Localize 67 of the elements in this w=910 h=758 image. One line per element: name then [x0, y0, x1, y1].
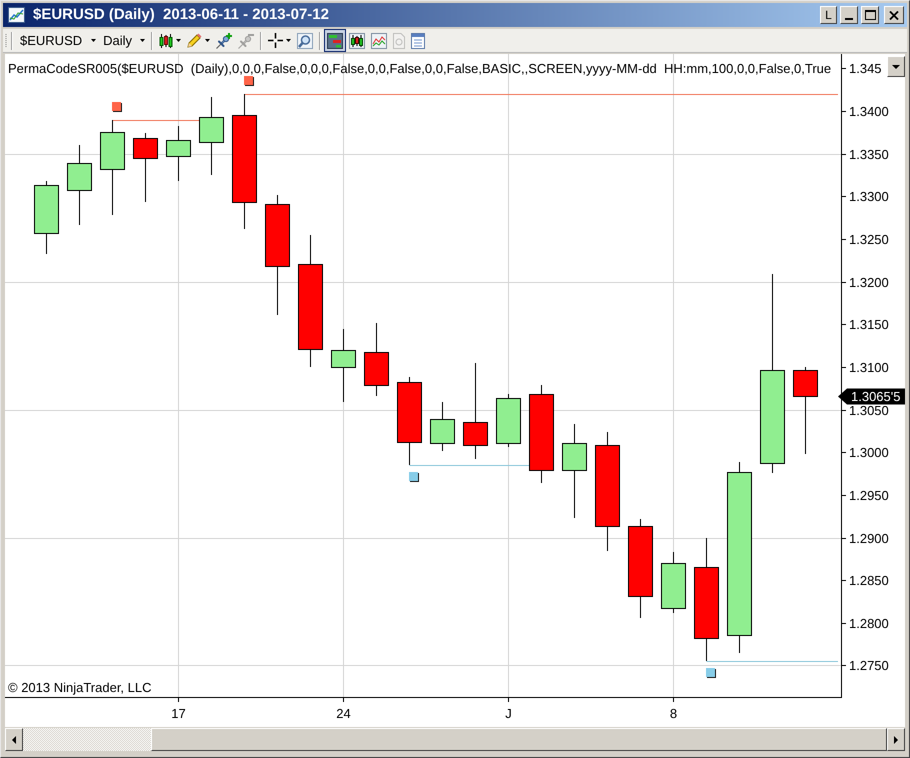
date-label: 24	[336, 706, 351, 721]
candlestick	[496, 394, 521, 448]
candlesticks-icon	[159, 32, 174, 48]
price-label: 1.3100	[849, 360, 889, 375]
last-price-tag: 1.3065'5	[838, 388, 905, 404]
caret-icon	[205, 39, 210, 42]
maximize-button[interactable]	[861, 6, 879, 24]
price-label: 1.3250	[849, 232, 889, 247]
close-icon	[889, 10, 899, 20]
price-label: 1.3400	[849, 104, 889, 119]
caret-icon	[140, 39, 146, 42]
pushpin-minus-icon	[238, 32, 254, 48]
caret-icon	[176, 39, 182, 42]
left-arrow-icon	[12, 736, 16, 744]
square-marker-icon	[409, 472, 419, 482]
magnifier-icon	[297, 32, 314, 48]
window-title: $EURUSD (Daily) 2013-06-11 - 2013-07-12	[33, 4, 329, 25]
candlestick	[430, 402, 455, 452]
caret-icon	[91, 39, 96, 42]
price-label: 1.3350	[849, 147, 889, 162]
line-chart-icon	[371, 32, 388, 48]
square-marker-icon	[706, 668, 716, 678]
minimize-icon	[845, 18, 853, 20]
bars-icon	[327, 32, 344, 48]
price-label: 1.2850	[849, 573, 889, 588]
price-label: 1.3050	[849, 403, 889, 418]
scroll-thumb[interactable]	[151, 728, 887, 751]
grip-icon	[5, 32, 8, 48]
caret-icon	[286, 39, 292, 42]
price-label: 1.345	[849, 61, 882, 76]
caret-icon	[892, 64, 900, 68]
price-label: 1.3300	[849, 189, 889, 204]
close-button[interactable]	[884, 6, 904, 24]
interval-dropdown[interactable]: Daily	[100, 30, 148, 52]
price-label: 1.2800	[849, 616, 889, 631]
candlestick	[133, 132, 158, 202]
minimize-button[interactable]	[840, 6, 858, 24]
indicator-label: PermaCodeSR005($EURUSD (Daily),0,0,0,False,0,0,0,False,0,0,False,0,0,False,BASIC,,SCREEN,yyyy-MM-dd HH:mm,100,0,0,False,0,True	[8, 61, 832, 76]
date-label: J	[505, 706, 512, 721]
crosshair-icon	[268, 33, 284, 48]
price-label: 1.3200	[849, 275, 889, 290]
price-label: 1.2750	[849, 658, 889, 673]
candlestick	[166, 126, 191, 182]
scroll-right-button[interactable]	[887, 728, 905, 751]
document-icon	[393, 32, 406, 48]
pencil-icon	[187, 33, 202, 48]
scroll-left-button[interactable]	[5, 728, 23, 751]
chart-window-icon	[8, 7, 25, 23]
maximize-icon	[864, 10, 876, 20]
price-label: 1.2950	[849, 488, 889, 503]
axis-menu-button[interactable]	[887, 56, 905, 77]
price-label: 1.2900	[849, 531, 889, 546]
instrument-dropdown[interactable]: $EURUSD	[16, 30, 100, 52]
right-arrow-icon	[894, 736, 898, 744]
price-label: 1.3150	[849, 317, 889, 332]
window-button[interactable]: L	[820, 6, 837, 24]
copyright-text: © 2013 NinjaTrader, LLC	[8, 680, 152, 695]
candlestick	[661, 552, 686, 614]
toolbar-button[interactable]	[324, 29, 346, 52]
pushpin-plus-icon	[216, 32, 232, 48]
square-marker-icon	[244, 76, 254, 86]
form-icon	[411, 32, 426, 48]
square-marker-icon	[112, 102, 122, 112]
price-label: 1.3000	[849, 445, 889, 460]
candlestick-chart-icon	[349, 32, 366, 48]
date-label: 8	[670, 706, 678, 721]
date-label: 17	[171, 706, 186, 721]
